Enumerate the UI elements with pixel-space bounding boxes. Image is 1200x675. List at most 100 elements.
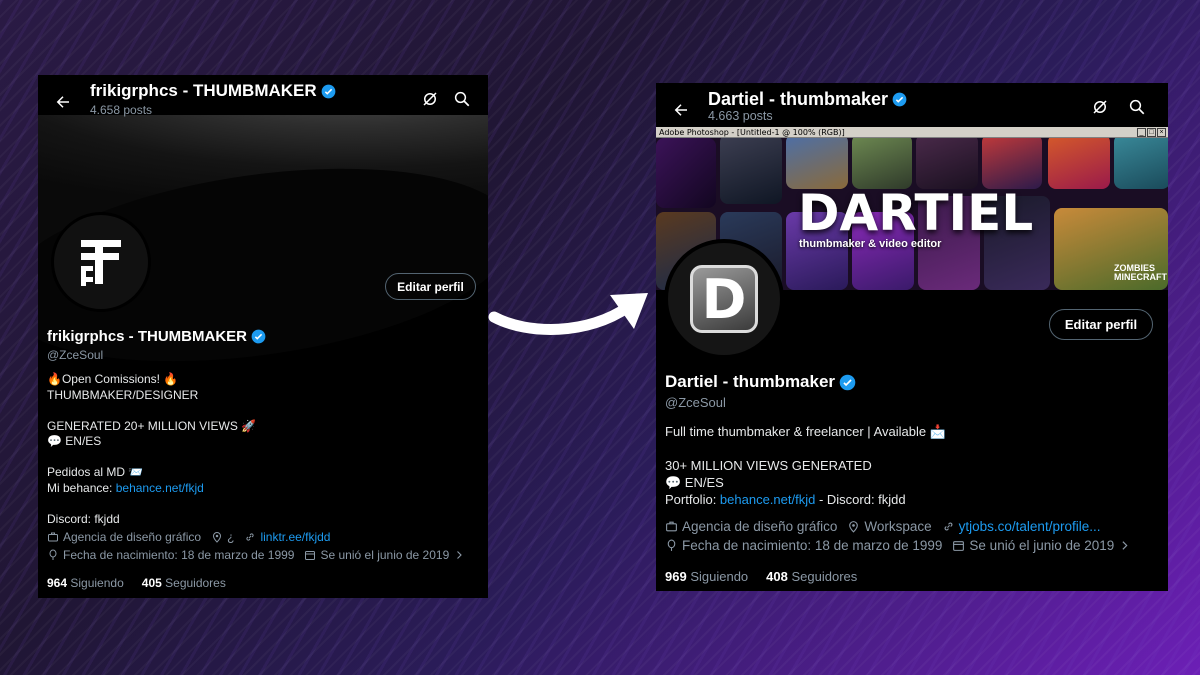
follow-stats: 969 Siguiendo 408 Seguidores xyxy=(665,569,857,584)
profile-name-row: Dartiel - thumbmaker xyxy=(665,372,856,392)
bio-line: Full time thumbmaker & freelancer | Avai… xyxy=(665,424,946,439)
bio-line: Pedidos al MD 📨 xyxy=(47,465,144,479)
header-post-count: 4.658 posts xyxy=(90,103,153,117)
chevron-right-icon xyxy=(457,551,463,559)
thumbnail-tile xyxy=(1114,138,1168,189)
profile-handle: @ZceSoul xyxy=(665,395,726,410)
thumbnail-tile xyxy=(916,138,978,189)
calendar-icon xyxy=(305,551,316,560)
header-title: frikigrphcs - THUMBMAKER xyxy=(90,81,336,101)
frikigrphcs-logo-icon xyxy=(81,240,121,286)
joined-text: Se unió el junio de 2019 xyxy=(969,538,1115,553)
website-link[interactable]: ytjobs.co/talent/profile... xyxy=(959,519,1101,534)
balloon-icon xyxy=(667,539,676,551)
briefcase-icon xyxy=(48,532,58,542)
profile-display-name: frikigrphcs - THUMBMAKER xyxy=(47,328,248,345)
profile-bio: 🔥Open Comissions! 🔥 THUMBMAKER/DESIGNER … xyxy=(47,372,477,527)
behance-link[interactable]: behance.net/fkjd xyxy=(720,492,815,507)
profile-avatar[interactable]: D xyxy=(664,239,784,359)
location-pin-icon xyxy=(213,532,222,543)
following-count: 964 xyxy=(47,576,68,590)
bio-line: 💬 EN/ES xyxy=(665,475,724,490)
curved-arrow-icon xyxy=(488,293,648,335)
behance-link[interactable]: behance.net/fkjd xyxy=(116,481,204,495)
grok-icon[interactable] xyxy=(1086,93,1114,121)
bio-line: 30+ MILLION VIEWS GENERATED xyxy=(665,458,872,473)
header-title: Dartiel - thumbmaker xyxy=(708,89,907,110)
grok-icon[interactable] xyxy=(416,85,444,113)
search-icon[interactable] xyxy=(1123,93,1151,121)
header-display-name: Dartiel - thumbmaker xyxy=(708,89,889,109)
link-icon xyxy=(944,522,953,531)
tile-caption: ZOMBIES MINECRAFT xyxy=(1114,264,1167,282)
balloon-icon xyxy=(49,549,57,560)
profile-avatar[interactable] xyxy=(51,212,151,312)
header-post-count: 4.663 posts xyxy=(708,109,773,123)
bio-text: Mi behance: xyxy=(47,480,116,495)
back-arrow-icon[interactable] xyxy=(48,87,78,117)
back-arrow-icon[interactable] xyxy=(666,95,696,125)
profile-header-bar: frikigrphcs - THUMBMAKER 4.658 posts xyxy=(38,75,488,127)
category-text: Agencia de diseño gráfico xyxy=(682,519,838,534)
website-item: ytjobs.co/talent/profile... xyxy=(942,519,1101,534)
joined-item[interactable]: Se unió el junio de 2019 xyxy=(952,538,1131,553)
followers-label: Seguidores xyxy=(791,569,858,584)
edit-profile-button[interactable]: Editar perfil xyxy=(1049,309,1153,340)
bio-text: Portfolio: xyxy=(665,492,720,507)
thumbnail-tile xyxy=(656,138,716,208)
profile-bio: Full time thumbmaker & freelancer | Avai… xyxy=(665,423,1160,508)
dartiel-logo: D xyxy=(690,265,758,333)
profile-meta: Agencia de diseño gráfico Workspace ytjo… xyxy=(665,519,1131,553)
calendar-icon xyxy=(953,541,965,551)
bio-line: 💬 EN/ES xyxy=(47,434,102,448)
thumbnail-tile xyxy=(720,138,782,204)
verified-badge-icon xyxy=(839,374,856,391)
bio-text: - Discord: fkjdd xyxy=(815,492,906,507)
search-icon[interactable] xyxy=(448,85,476,113)
birthday-text: Fecha de nacimiento: 18 de marzo de 1999 xyxy=(63,548,295,562)
thumbnail-tile xyxy=(786,138,848,189)
followers-stat[interactable]: 408 Seguidores xyxy=(766,569,857,584)
profile-display-name: Dartiel - thumbmaker xyxy=(665,372,836,391)
bio-line: GENERATED 20+ MILLION VIEWS 🚀 xyxy=(47,418,257,433)
profile-meta: Agencia de diseño gráfico ¿ linktr.ee/fk… xyxy=(47,530,465,562)
bio-line: 🔥Open Comissions! 🔥 xyxy=(47,372,179,386)
category-item: Agencia de diseño gráfico xyxy=(665,519,837,534)
website-link[interactable]: linktr.ee/fkjdd xyxy=(260,530,330,544)
bio-line: Portfolio: behance.net/fkjd - Discord: f… xyxy=(665,491,1160,508)
bio-line: Discord: fkjdd xyxy=(47,511,120,526)
banner-subtitle: thumbmaker & video editor xyxy=(799,238,942,250)
birthday-item: Fecha de nacimiento: 18 de marzo de 1999 xyxy=(665,538,942,553)
location-text: ¿ xyxy=(227,530,235,544)
profile-panel-after: Dartiel - thumbmaker 4.663 posts Adobe P… xyxy=(656,83,1168,591)
joined-text: Se unió el junio de 2019 xyxy=(320,548,450,562)
location-item: ¿ xyxy=(211,530,234,544)
following-stat[interactable]: 969 Siguiendo xyxy=(665,569,748,584)
header-display-name: frikigrphcs - THUMBMAKER xyxy=(90,81,317,100)
category-item: Agencia de diseño gráfico xyxy=(47,530,201,544)
bio-line: Mi behance: behance.net/fkjd xyxy=(47,481,477,497)
banner-title: DARTIEL xyxy=(798,184,1034,242)
location-text: Workspace xyxy=(864,519,932,534)
verified-badge-icon xyxy=(251,329,266,344)
birthday-item: Fecha de nacimiento: 18 de marzo de 1999 xyxy=(47,548,294,562)
verified-badge-icon xyxy=(892,92,907,107)
thumbnail-tile xyxy=(1048,138,1110,189)
birthday-text: Fecha de nacimiento: 18 de marzo de 1999 xyxy=(682,538,943,553)
followers-count: 408 xyxy=(766,569,788,584)
edit-profile-button[interactable]: Editar perfil xyxy=(385,273,476,300)
followers-stat[interactable]: 405 Seguidores xyxy=(142,576,226,590)
following-count: 969 xyxy=(665,569,687,584)
following-stat[interactable]: 964 Siguiendo xyxy=(47,576,124,590)
joined-item[interactable]: Se unió el junio de 2019 xyxy=(304,548,465,562)
profile-handle: @ZceSoul xyxy=(47,348,104,362)
briefcase-icon xyxy=(666,521,677,532)
category-text: Agencia de diseño gráfico xyxy=(63,530,202,544)
chevron-right-icon xyxy=(1122,541,1128,550)
profile-panel-before: frikigrphcs - THUMBMAKER 4.658 posts Edi… xyxy=(38,75,488,598)
bio-line: THUMBMAKER/DESIGNER xyxy=(47,387,199,402)
profile-name-row: frikigrphcs - THUMBMAKER xyxy=(47,328,266,345)
follow-stats: 964 Siguiendo 405 Seguidores xyxy=(47,576,226,590)
location-item: Workspace xyxy=(847,519,932,534)
followers-count: 405 xyxy=(141,576,162,590)
